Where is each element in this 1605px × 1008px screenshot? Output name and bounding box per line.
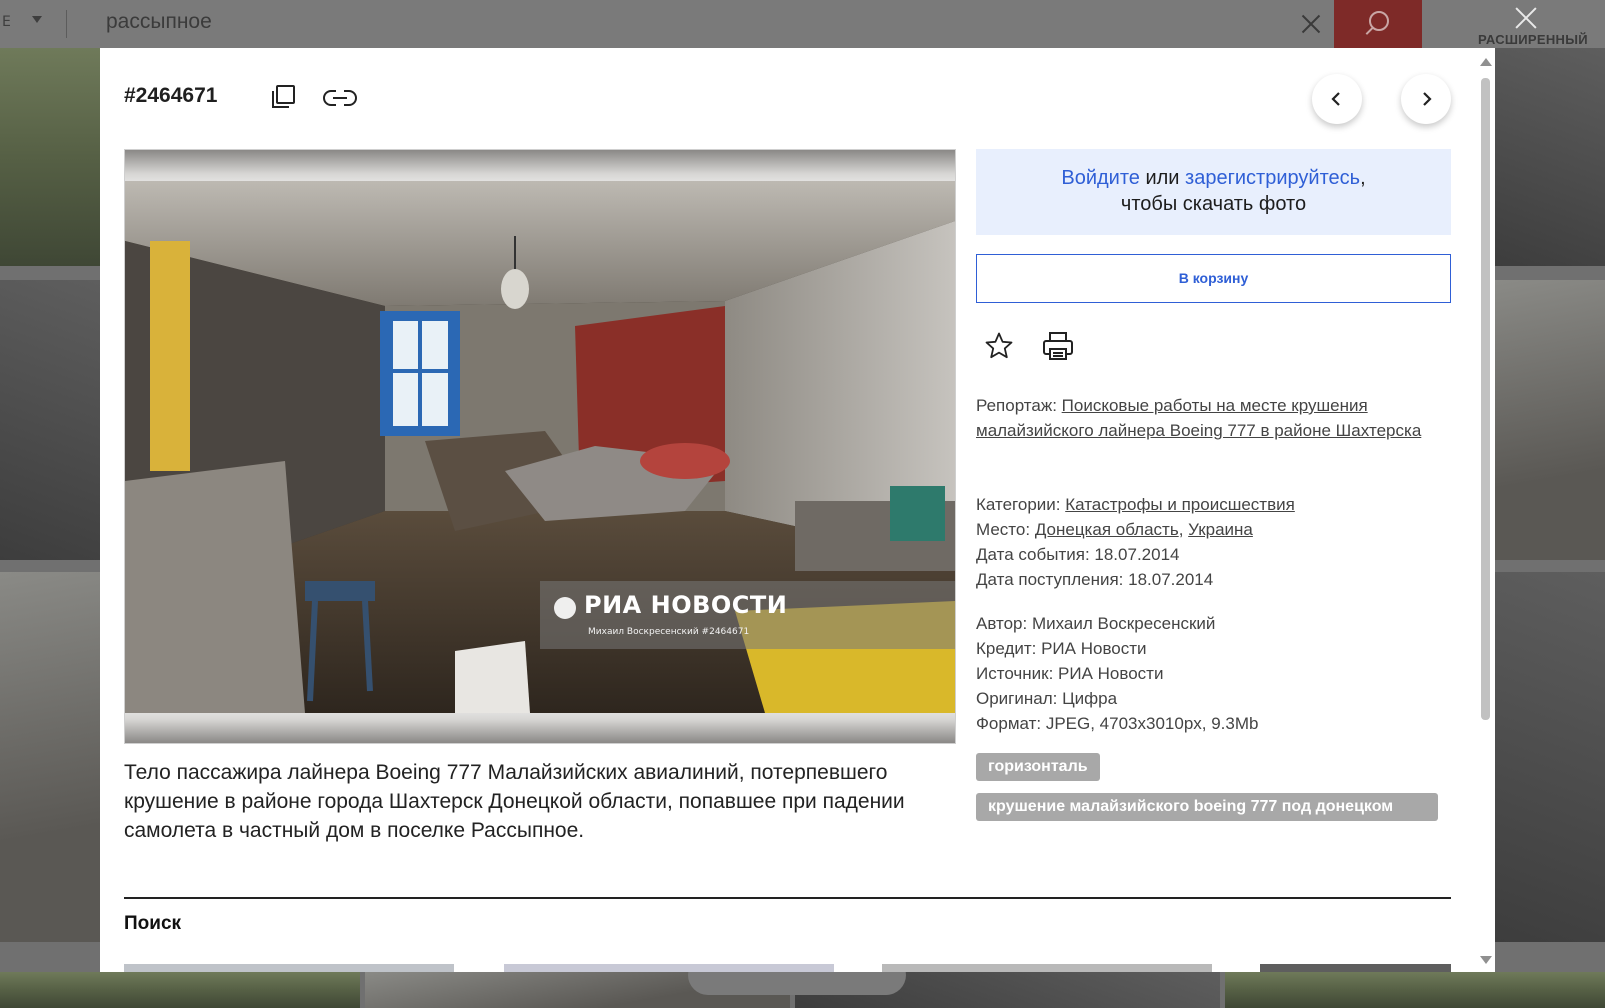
photo-watermark: РИА НОВОСТИ Михаил Воскресенский #246467… [540, 581, 955, 649]
advanced-search-link[interactable]: РАСШИРЕННЫЙ [1478, 32, 1588, 47]
credit-text: Кредит: РИА Новости [976, 639, 1147, 658]
photo-frame: РИА НОВОСТИ Михаил Воскресенский #246467… [124, 149, 956, 744]
login-suffix-text: чтобы скачать фото [1120, 193, 1307, 215]
result-thumbnail[interactable] [1495, 48, 1605, 266]
photo-detail-modal: #2464671 РИА НОВОСТИ Михаил Воскресенски… [100, 48, 1495, 972]
source-text: Источник: РИА Новости [976, 664, 1164, 683]
scroll-up-arrow-icon[interactable] [1480, 58, 1492, 66]
login-prompt: Войдите или зарегистрируйтесь, чтобы ска… [976, 149, 1451, 235]
add-to-cart-button[interactable]: В корзину [976, 254, 1451, 303]
tag-chip[interactable]: горизонталь [976, 753, 1100, 781]
related-photo-thumbnail[interactable] [1260, 964, 1451, 972]
place-label: Место: [976, 520, 1035, 539]
format-text: Формат: JPEG, 4703x3010px, 9.3Mb [976, 714, 1259, 733]
ria-logo-icon [554, 597, 576, 619]
country-link[interactable]: Украина [1188, 520, 1253, 539]
result-thumbnail[interactable] [0, 972, 360, 1008]
report-label: Репортаж: [976, 396, 1062, 415]
search-section-title: Поиск [124, 913, 182, 934]
related-photo-thumbnail[interactable] [882, 964, 1212, 972]
next-photo-button[interactable] [1401, 74, 1451, 124]
clear-search-icon[interactable] [1298, 11, 1324, 37]
result-thumbnail[interactable] [1495, 280, 1605, 560]
login-link[interactable]: Войдите [1061, 167, 1140, 189]
photo-id: #2464671 [124, 84, 218, 107]
related-photo-thumbnail[interactable] [124, 964, 454, 972]
main-photo[interactable]: РИА НОВОСТИ Михаил Воскресенский #246467… [125, 181, 955, 713]
photo-caption: Тело пассажира лайнера Boeing 777 Малайз… [124, 761, 905, 842]
place-separator: , [1178, 520, 1189, 539]
region-link[interactable]: Донецкая область [1035, 520, 1179, 539]
login-comma: , [1360, 167, 1366, 189]
print-icon[interactable] [1042, 331, 1074, 361]
star-icon[interactable] [984, 331, 1014, 361]
chevron-left-icon [1331, 92, 1340, 106]
result-thumbnail[interactable] [1495, 572, 1605, 942]
category-link[interactable]: Катастрофы и происшествия [1065, 495, 1295, 514]
search-icon [1369, 11, 1389, 31]
register-link[interactable]: зарегистрируйтесь [1185, 167, 1360, 189]
report-info: Репортаж: Поисковые работы на месте круш… [976, 393, 1446, 443]
original-text: Оригинал: Цифра [976, 689, 1118, 708]
modal-content: #2464671 РИА НОВОСТИ Михаил Воскресенски… [124, 48, 1451, 972]
link-icon[interactable] [323, 86, 357, 110]
chevron-right-icon [1423, 92, 1432, 106]
result-thumbnail[interactable] [0, 572, 100, 942]
watermark-subtitle: Михаил Воскресенский #2464671 [588, 627, 750, 637]
search-input[interactable]: рассыпное [106, 10, 212, 34]
received-date: Дата поступления: 18.07.2014 [976, 570, 1214, 589]
author-text: Автор: Михаил Воскресенский [976, 614, 1216, 633]
result-thumbnail[interactable] [0, 48, 100, 266]
chevron-down-icon[interactable] [32, 16, 42, 23]
scrollbar-thumb[interactable] [1481, 78, 1490, 720]
place-row: Место: Донецкая область, Украина [976, 517, 1446, 542]
search-button[interactable] [1334, 0, 1422, 48]
related-photo-thumbnail[interactable] [504, 964, 834, 972]
search-bar: Е рассыпное [0, 0, 1605, 48]
close-modal-icon[interactable] [1512, 4, 1540, 32]
section-divider [124, 897, 1451, 899]
categories-label: Категории: [976, 495, 1066, 514]
scroll-down-arrow-icon[interactable] [1480, 956, 1492, 964]
modal-scrollbar[interactable] [1475, 48, 1495, 972]
categories-row: Категории: Катастрофы и происшествия [976, 492, 1446, 517]
search-mode-label[interactable]: Е [2, 14, 11, 30]
photo-metadata: Категории: Катастрофы и происшествия Мес… [976, 492, 1446, 592]
login-or-text: или [1139, 167, 1186, 189]
result-thumbnail[interactable] [1225, 972, 1605, 1008]
search-divider [66, 10, 67, 38]
watermark-title: РИА НОВОСТИ [584, 591, 788, 619]
tag-chip[interactable]: крушение малайзийского boeing 777 под до… [976, 793, 1438, 821]
result-thumbnail[interactable] [0, 280, 100, 560]
photo-technical-info: Автор: Михаил Воскресенский Кредит: РИА … [976, 611, 1446, 736]
event-date: Дата события: 18.07.2014 [976, 545, 1180, 564]
copy-icon[interactable] [270, 84, 296, 110]
previous-photo-button[interactable] [1312, 74, 1362, 124]
